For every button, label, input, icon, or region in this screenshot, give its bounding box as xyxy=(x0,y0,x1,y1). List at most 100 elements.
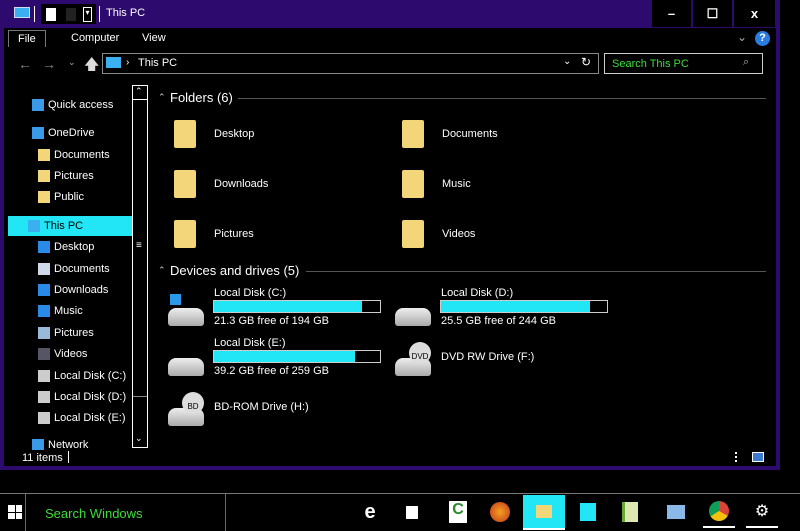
firefox-icon[interactable] xyxy=(484,496,516,528)
folder-item[interactable]: Videos xyxy=(400,220,600,256)
quick-access-toolbar: ▾ xyxy=(41,4,96,24)
hard-drive-icon xyxy=(395,308,431,326)
file-explorer-icon[interactable] xyxy=(523,495,565,530)
nav-item-label: Public xyxy=(54,191,84,203)
nav-item[interactable]: Local Disk (C:) xyxy=(8,366,132,386)
drive-name: Local Disk (E:) xyxy=(214,337,286,349)
maximize-button[interactable]: ☐ xyxy=(692,0,732,27)
close-button[interactable]: x xyxy=(733,0,775,27)
drive-name: BD-ROM Drive (H:) xyxy=(214,401,309,413)
documents-icon xyxy=(402,120,424,148)
nav-item-label: Local Disk (C:) xyxy=(54,370,127,382)
cloud-icon xyxy=(32,127,44,139)
folders-header[interactable]: Folders (6) xyxy=(170,90,233,105)
nav-item[interactable]: Pictures xyxy=(8,166,132,186)
drive-item[interactable]: Local Disk (E:) 39.2 GB free of 259 GB xyxy=(168,336,388,380)
tab-view[interactable]: View xyxy=(133,30,175,47)
drive-item[interactable]: Local Disk (D:) 25.5 GB free of 244 GB xyxy=(395,286,615,330)
tab-computer[interactable]: Computer xyxy=(62,30,128,47)
nav-item[interactable]: OneDrive xyxy=(8,123,132,143)
nav-item[interactable]: Documents xyxy=(8,145,132,165)
collapse-devices-icon[interactable]: ⌃ xyxy=(158,265,166,276)
star-icon xyxy=(32,99,44,111)
chrome-icon[interactable] xyxy=(703,496,735,528)
folder-icon xyxy=(38,191,50,203)
drive-item[interactable]: DVD DVD RW Drive (F:) xyxy=(395,336,615,380)
edge-icon[interactable]: e xyxy=(354,496,386,528)
nav-item[interactable]: Desktop xyxy=(8,237,132,257)
nav-item[interactable]: Quick access xyxy=(8,95,132,115)
videos-icon xyxy=(38,348,50,360)
nav-item-label: Pictures xyxy=(54,170,94,182)
folder-item[interactable]: Music xyxy=(400,170,600,206)
large-icons-view-icon[interactable] xyxy=(752,452,764,462)
address-bar[interactable]: › This PC ⌄ ↻ xyxy=(102,53,599,74)
navigation-pane: Quick access OneDrive Documents Pictures Pub… xyxy=(0,85,150,450)
folder-label: Documents xyxy=(442,128,498,140)
nav-item[interactable]: Network xyxy=(8,435,132,450)
details-view-icon[interactable] xyxy=(735,452,745,462)
taskbar-search[interactable]: Search Windows xyxy=(45,506,143,521)
search-icon: ⌕ xyxy=(743,56,750,68)
customize-toolbar-icon[interactable]: ▾ xyxy=(83,7,92,22)
control-panel-icon[interactable] xyxy=(660,496,692,528)
back-button[interactable]: ← xyxy=(18,56,32,72)
forward-button[interactable]: → xyxy=(42,56,56,72)
nav-scrollbar[interactable]: ⌃ ≡ ⌄ xyxy=(132,85,148,448)
address-dropdown-icon[interactable]: ⌄ xyxy=(563,56,571,67)
nav-item[interactable]: Pictures xyxy=(8,323,132,343)
camtasia-icon[interactable]: C xyxy=(442,496,474,528)
search-input[interactable]: Search This PC xyxy=(612,58,689,70)
nav-item-label: This PC xyxy=(44,220,84,232)
nav-item-label: Downloads xyxy=(54,284,109,296)
scroll-up-icon[interactable]: ⌃ xyxy=(135,86,143,97)
nav-item[interactable]: Local Disk (E:) xyxy=(8,408,132,428)
windows-logo-icon xyxy=(170,294,181,305)
search-box[interactable]: Search This PC ⌕ xyxy=(604,53,763,74)
nav-item[interactable]: Local Disk (D:) xyxy=(8,387,132,407)
drive-usage-bar xyxy=(213,300,381,313)
scroll-down-icon[interactable]: ⌄ xyxy=(135,433,143,444)
folder-item[interactable]: Downloads xyxy=(172,170,372,206)
folder-item[interactable]: Pictures xyxy=(172,220,372,256)
folder-item[interactable]: Desktop xyxy=(172,120,372,156)
minimize-button[interactable]: – xyxy=(651,0,691,27)
folder-item[interactable]: Documents xyxy=(400,120,600,156)
nav-item[interactable]: Public xyxy=(8,187,132,207)
title-bar[interactable]: ▾ This PC – ☐ x xyxy=(0,0,780,28)
folder-label: Downloads xyxy=(214,178,269,190)
tab-file[interactable]: File xyxy=(8,30,46,47)
store-icon[interactable] xyxy=(396,496,428,528)
nav-item[interactable]: Documents xyxy=(8,259,132,279)
devices-header[interactable]: Devices and drives (5) xyxy=(170,263,299,278)
folder-label: Videos xyxy=(442,228,476,240)
drive-name: DVD RW Drive (F:) xyxy=(441,351,535,363)
notepad-icon[interactable] xyxy=(614,496,646,528)
start-button[interactable] xyxy=(8,505,22,519)
nav-item[interactable]: Downloads xyxy=(8,280,132,300)
refresh-icon[interactable]: ↻ xyxy=(581,55,591,69)
properties-icon[interactable] xyxy=(46,8,56,21)
drive-usage-bar xyxy=(213,350,381,363)
drive-free-space: 21.3 GB free of 194 GB xyxy=(214,315,329,327)
new-folder-icon[interactable] xyxy=(66,8,76,21)
drive-item[interactable]: BD BD-ROM Drive (H:) xyxy=(168,386,388,430)
nav-item[interactable]: Videos xyxy=(8,344,132,364)
drive-icon xyxy=(38,370,50,382)
help-icon[interactable]: ? xyxy=(755,31,770,46)
drive-icon xyxy=(38,391,50,403)
sticky-notes-icon[interactable] xyxy=(572,496,604,528)
nav-item[interactable]: This PC xyxy=(8,216,132,236)
expand-ribbon-icon[interactable]: ⌄ xyxy=(737,30,747,44)
drive-item[interactable]: Local Disk (C:) 21.3 GB free of 194 GB xyxy=(168,286,388,330)
collapse-folders-icon[interactable]: ⌃ xyxy=(158,92,166,103)
up-button[interactable]: 🡅 xyxy=(84,54,99,79)
computer-icon xyxy=(28,220,40,232)
desktop-icon xyxy=(38,241,50,253)
settings-icon[interactable]: ⚙ xyxy=(746,496,778,528)
hard-drive-icon xyxy=(168,308,204,326)
recent-locations-icon[interactable]: ⌄ xyxy=(68,57,76,68)
nav-item[interactable]: Music xyxy=(8,301,132,321)
scroll-thumb[interactable]: ≡ xyxy=(133,99,147,397)
music-icon xyxy=(402,170,424,198)
